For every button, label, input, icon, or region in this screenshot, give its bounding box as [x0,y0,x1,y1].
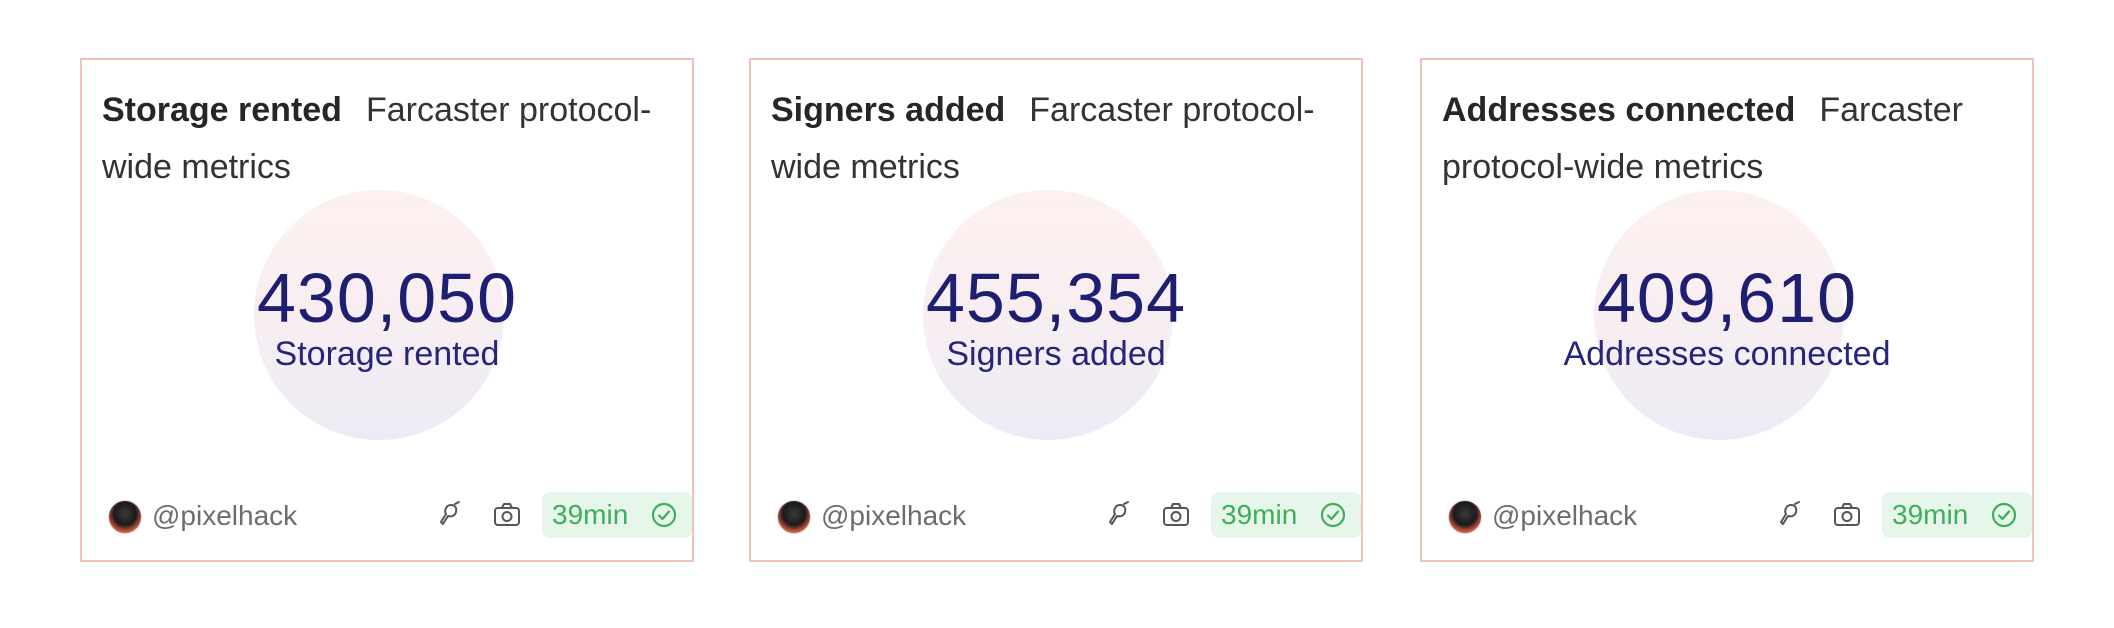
avatar[interactable] [108,500,142,534]
camera-icon[interactable] [1161,500,1191,530]
time-badge: 39min [542,492,692,538]
metric-value: 455,354 [925,259,1187,337]
check-circle-icon [1991,502,2017,528]
camera-icon[interactable] [1832,500,1862,530]
card-name: Storage rented [102,91,342,129]
card-footer: @pixelhack 39min [777,492,1361,538]
metric-card-storage-rented[interactable]: Storage rented Farcaster protocol-wide me… [80,58,694,562]
check-circle-icon [651,502,677,528]
metric-label: Addresses connected [1563,335,1891,373]
metric-label: Signers added [946,335,1166,373]
card-footer: @pixelhack 39min [1448,492,2032,538]
avatar[interactable] [1448,500,1482,534]
time-text: 39min [1892,499,1969,530]
card-title: Storage rented Farcaster protocol-wide me… [102,82,682,196]
metric-card-addresses-connected[interactable]: Addresses connected Farcaster protocol-wi… [1420,58,2034,562]
metric-label: Storage rented [274,335,500,373]
time-text: 39min [552,499,629,530]
time-badge: 39min [1211,492,1361,538]
metric-value: 430,050 [256,259,518,337]
metric-value: 409,610 [1596,259,1858,337]
author-handle[interactable]: @pixelhack [152,498,297,534]
author-handle[interactable]: @pixelhack [821,498,966,534]
metric-card-signers-added[interactable]: Signers added Farcaster protocol-wide met… [749,58,1363,562]
time-text: 39min [1221,499,1298,530]
author-handle[interactable]: @pixelhack [1492,498,1637,534]
card-title: Addresses connected Farcaster protocol-wi… [1442,82,2022,196]
mic-icon[interactable] [1774,500,1804,530]
mic-icon[interactable] [434,500,464,530]
check-circle-icon [1320,502,1346,528]
avatar[interactable] [777,500,811,534]
time-badge: 39min [1882,492,2032,538]
card-name: Signers added [771,91,1006,129]
card-title: Signers added Farcaster protocol-wide met… [771,82,1351,196]
metric-cards: Storage rented Farcaster protocol-wide me… [0,0,2114,628]
mic-icon[interactable] [1103,500,1133,530]
card-footer: @pixelhack 39min [108,492,692,538]
camera-icon[interactable] [492,500,522,530]
card-name: Addresses connected [1442,91,1796,129]
